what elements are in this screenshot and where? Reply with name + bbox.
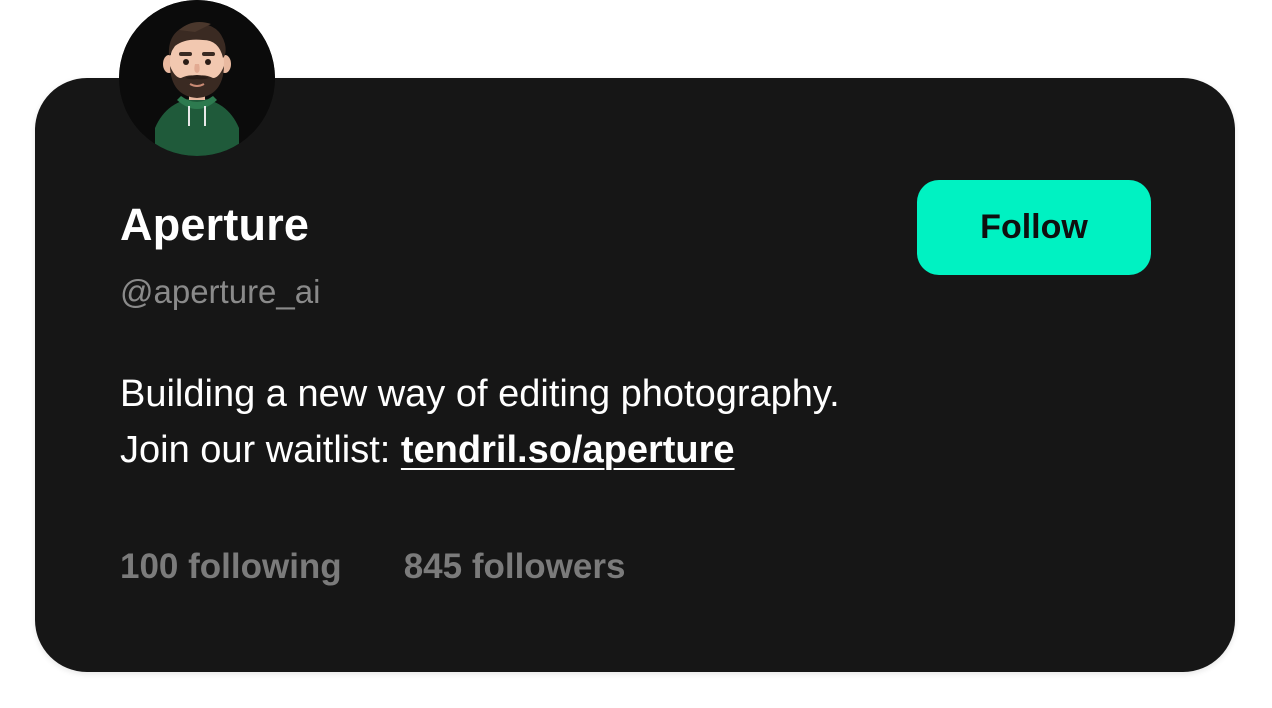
profile-bio: Building a new way of editing photograph… <box>120 366 1120 478</box>
profile-stats: 100 following 845 followers <box>120 547 626 587</box>
bio-line-1: Building a new way of editing photograph… <box>120 373 840 415</box>
followers-count[interactable]: 845 followers <box>404 547 626 587</box>
bearded-man-avatar-icon <box>119 0 275 156</box>
follow-button[interactable]: Follow <box>917 180 1151 275</box>
profile-handle: @aperture_ai <box>120 273 321 310</box>
waitlist-link[interactable]: tendril.so/aperture <box>401 429 735 471</box>
bio-line-2: Join our waitlist: tendril.so/aperture <box>120 422 1120 478</box>
avatar[interactable] <box>119 0 275 156</box>
bio-line-2-prefix: Join our waitlist: <box>120 429 401 471</box>
following-count[interactable]: 100 following <box>120 547 342 587</box>
profile-card-stage: Aperture @aperture_ai Follow Building a … <box>0 0 1272 708</box>
profile-name: Aperture <box>120 199 310 250</box>
